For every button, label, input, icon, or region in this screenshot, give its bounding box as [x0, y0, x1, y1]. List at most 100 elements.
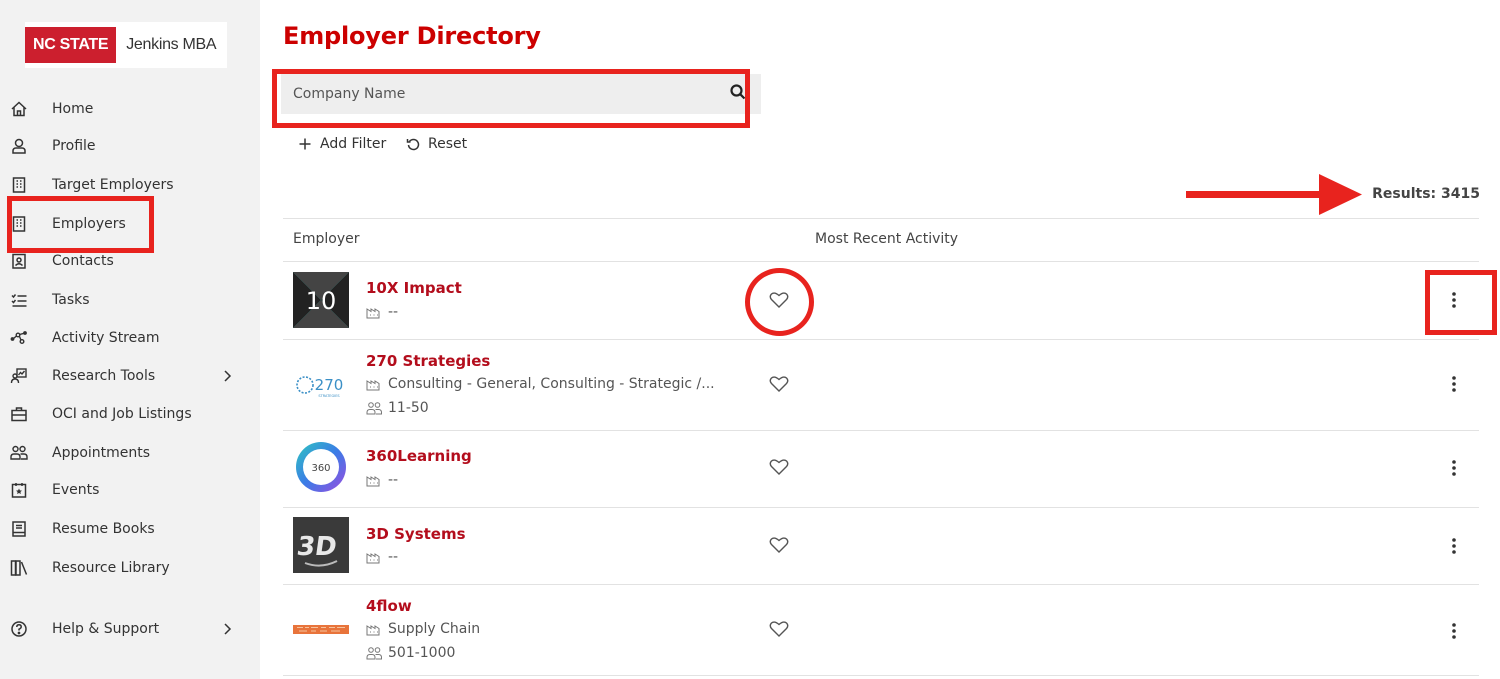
add-filter-button[interactable]: Add Filter — [298, 133, 386, 155]
industry-text: -- — [388, 472, 399, 488]
more-options-icon[interactable] — [1449, 375, 1459, 393]
company-logo[interactable]: 270 STRATEGIES — [293, 357, 349, 413]
user-icon — [10, 137, 28, 155]
more-options-icon[interactable] — [1449, 622, 1459, 640]
industry-icon — [366, 380, 380, 391]
sidebar-item-label: Appointments — [52, 445, 151, 461]
sidebar-item-resource-library[interactable]: Resource Library — [0, 552, 260, 584]
favorite-heart-icon[interactable] — [769, 458, 789, 476]
favorite-heart-icon[interactable] — [769, 620, 789, 638]
sidebar-item-label: Activity Stream — [52, 330, 160, 346]
sidebar-item-employers[interactable]: Employers — [0, 208, 260, 240]
chevron-right-icon — [224, 370, 232, 382]
sidebar: NC STATE Jenkins MBA Home Profile Target… — [0, 0, 260, 679]
svg-text:STRATEGIES: STRATEGIES — [318, 394, 340, 398]
sidebar-item-label: Resume Books — [52, 521, 155, 537]
add-filter-label: Add Filter — [320, 136, 387, 152]
sidebar-item-label: Employers — [52, 216, 126, 232]
sidebar-item-label: Events — [52, 482, 100, 498]
size-text: 501-1000 — [388, 645, 456, 661]
reset-icon — [406, 138, 420, 151]
research-icon — [10, 367, 28, 385]
sidebar-item-events[interactable]: Events — [0, 474, 260, 506]
more-options-icon[interactable] — [1449, 291, 1459, 309]
employer-name-link[interactable]: 360Learning — [366, 447, 472, 465]
annotation-arrow — [1186, 174, 1362, 215]
sidebar-item-help-support[interactable]: Help & Support — [0, 613, 260, 645]
employer-size: 11-50 — [366, 400, 429, 416]
people-icon — [366, 402, 382, 415]
company-logo[interactable]: 360 — [293, 439, 349, 495]
svg-text:360: 360 — [311, 463, 330, 474]
sidebar-item-profile[interactable]: Profile — [0, 130, 260, 162]
industry-icon — [366, 553, 380, 564]
sidebar-item-contacts[interactable]: Contacts — [0, 245, 260, 277]
home-icon — [10, 100, 28, 118]
chevron-right-icon — [224, 623, 232, 635]
company-logo[interactable]: 10 — [293, 272, 349, 328]
building-icon — [10, 176, 28, 194]
company-logo[interactable] — [293, 602, 349, 658]
people-icon — [366, 647, 382, 660]
help-circle-icon — [10, 620, 28, 638]
sidebar-item-label: Tasks — [52, 292, 90, 308]
sidebar-item-target-employers[interactable]: Target Employers — [0, 169, 260, 201]
industry-text: -- — [388, 304, 399, 320]
size-text: 11-50 — [388, 400, 429, 416]
table-row: 10 10X Impact -- — [283, 262, 1479, 339]
plus-icon — [299, 138, 311, 150]
table-divider — [283, 218, 1479, 219]
industry-text: Consulting - General, Consulting - Strat… — [388, 376, 715, 392]
sidebar-item-tasks[interactable]: Tasks — [0, 284, 260, 316]
sidebar-item-label: OCI and Job Listings — [52, 406, 192, 422]
sidebar-item-label: Home — [52, 101, 94, 117]
search-icon[interactable] — [729, 83, 747, 101]
nc-state-jenkins-logo[interactable]: NC STATE Jenkins MBA — [25, 22, 227, 68]
sidebar-item-appointments[interactable]: Appointments — [0, 437, 260, 469]
table-row: 3D 3D Systems -- — [283, 508, 1479, 585]
more-options-icon[interactable] — [1449, 537, 1459, 555]
column-header-employer: Employer — [293, 231, 360, 247]
sidebar-item-label: Contacts — [52, 253, 114, 269]
sidebar-item-label: Profile — [52, 138, 96, 154]
sidebar-item-home[interactable]: Home — [0, 93, 260, 125]
sidebar-item-oci-job-listings[interactable]: OCI and Job Listings — [0, 398, 260, 430]
table-divider — [283, 675, 1479, 676]
employer-name-link[interactable]: 270 Strategies — [366, 352, 490, 370]
sidebar-item-label: Target Employers — [52, 177, 174, 193]
library-icon — [10, 559, 28, 577]
svg-text:10: 10 — [306, 287, 337, 315]
company-name-search-input[interactable] — [281, 74, 741, 114]
company-search-box — [281, 74, 761, 114]
favorite-heart-icon[interactable] — [769, 291, 789, 309]
industry-icon — [366, 476, 380, 487]
checklist-icon — [10, 291, 28, 309]
favorite-heart-icon[interactable] — [769, 375, 789, 393]
employer-industry: Supply Chain — [366, 621, 480, 637]
more-options-icon[interactable] — [1449, 459, 1459, 477]
employer-name-link[interactable]: 4flow — [366, 597, 412, 615]
company-logo[interactable]: 3D — [293, 517, 349, 573]
favorite-heart-icon[interactable] — [769, 536, 789, 554]
industry-text: Supply Chain — [388, 621, 481, 637]
employer-industry: -- — [366, 472, 398, 488]
sidebar-item-label: Help & Support — [52, 621, 160, 637]
employer-name-link[interactable]: 10X Impact — [366, 279, 462, 297]
sidebar-item-resume-books[interactable]: Resume Books — [0, 513, 260, 545]
svg-text:3D: 3D — [295, 532, 339, 562]
table-row: 360 360Learning -- — [283, 431, 1479, 508]
book-icon — [10, 520, 28, 538]
logo-school: NC STATE — [25, 27, 117, 63]
industry-text: -- — [388, 549, 399, 565]
employer-industry: -- — [366, 304, 398, 320]
sidebar-item-label: Research Tools — [52, 368, 156, 384]
sidebar-item-research-tools[interactable]: Research Tools — [0, 360, 260, 392]
employer-size: 501-1000 — [366, 645, 455, 661]
table-row: 270 STRATEGIES 270 Strategies Consulting… — [283, 340, 1479, 430]
reset-button[interactable]: Reset — [406, 133, 467, 155]
building-icon — [10, 215, 28, 233]
reset-label: Reset — [428, 136, 468, 152]
sidebar-item-activity-stream[interactable]: Activity Stream — [0, 322, 260, 354]
page-title: Employer Directory — [283, 22, 541, 50]
employer-name-link[interactable]: 3D Systems — [366, 525, 466, 543]
